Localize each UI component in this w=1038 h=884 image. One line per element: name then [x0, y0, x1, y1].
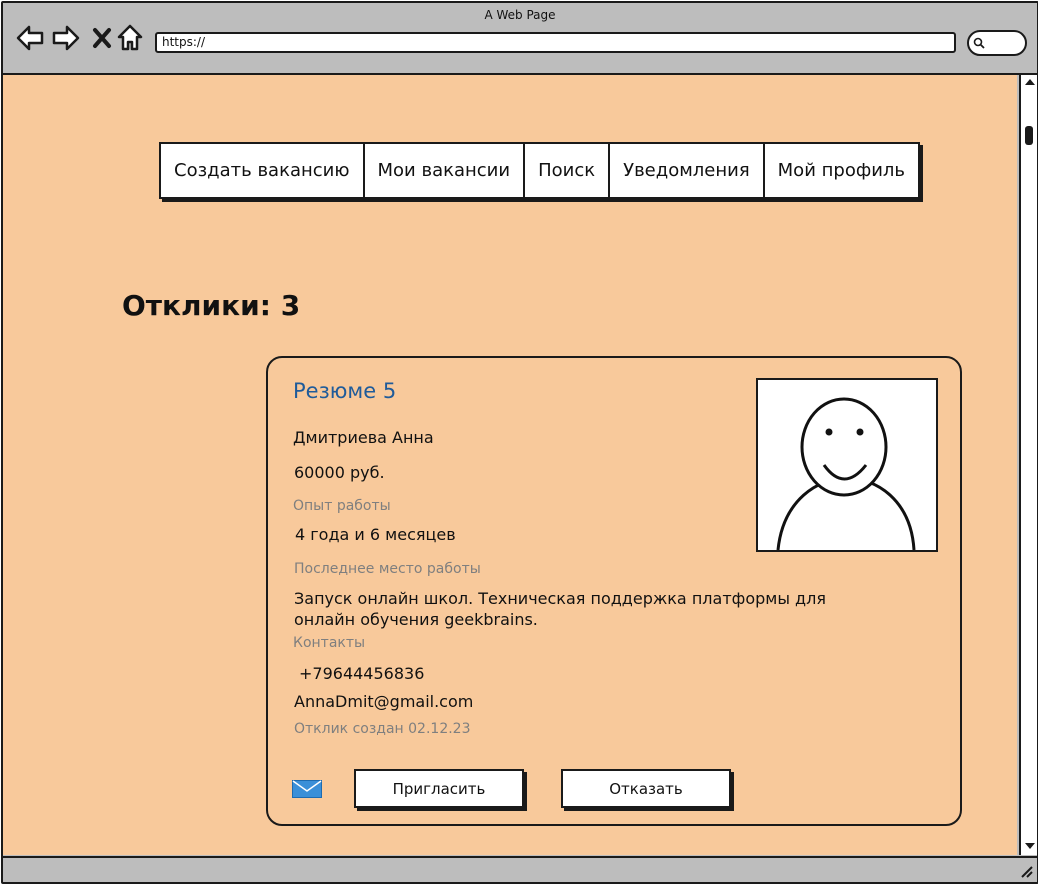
response-created-date: Отклик создан 02.12.23	[294, 721, 471, 737]
search-icon	[973, 37, 985, 49]
window-title: A Web Page	[484, 8, 556, 22]
stop-icon[interactable]	[91, 23, 113, 53]
scroll-down-icon[interactable]	[1024, 842, 1036, 850]
page-title: Отклики: 3	[122, 289, 301, 322]
forward-arrow-icon[interactable]	[51, 23, 81, 53]
avatar	[756, 378, 938, 552]
invite-button[interactable]: Пригласить	[354, 769, 524, 808]
experience-label: Опыт работы	[293, 498, 391, 514]
nav-notifications[interactable]: Уведомления	[610, 144, 765, 197]
experience-value: 4 года и 6 месяцев	[295, 525, 456, 544]
last-job-label: Последнее место работы	[294, 561, 481, 577]
resize-grip-icon[interactable]	[1019, 864, 1033, 878]
scrollbar-thumb[interactable]	[1025, 126, 1033, 145]
top-navigation: Создать вакансию Мои вакансии Поиск Увед…	[159, 142, 921, 199]
nav-my-vacancies[interactable]: Мои вакансии	[365, 144, 526, 197]
contact-email: AnnaDmit@gmail.com	[294, 692, 474, 711]
contacts-label: Контакты	[293, 635, 366, 651]
status-bar	[3, 856, 1037, 882]
home-icon[interactable]	[117, 23, 143, 53]
vertical-scrollbar[interactable]	[1019, 75, 1037, 855]
nav-my-profile[interactable]: Мой профиль	[765, 144, 918, 197]
browser-search-box[interactable]	[967, 30, 1027, 56]
page-content: Создать вакансию Мои вакансии Поиск Увед…	[3, 75, 1017, 855]
candidate-name: Дмитриева Анна	[293, 428, 434, 447]
envelope-icon[interactable]	[292, 780, 322, 798]
browser-titlebar: A Web Page https://	[3, 3, 1037, 75]
resume-title-link[interactable]: Резюме 5	[293, 379, 396, 403]
scroll-up-icon[interactable]	[1024, 78, 1036, 86]
contact-phone: +79644456836	[299, 664, 425, 683]
response-card: Резюме 5 Дмитриева Анна 60000 руб. Опыт …	[266, 356, 962, 826]
back-arrow-icon[interactable]	[15, 23, 45, 53]
nav-search[interactable]: Поиск	[525, 144, 611, 197]
url-bar[interactable]: https://	[155, 32, 956, 53]
browser-window: A Web Page https:// Создать вакансию Мои…	[1, 1, 1038, 884]
last-job-line-2: онлайн обучения geekbrains.	[294, 610, 538, 629]
nav-create-vacancy[interactable]: Создать вакансию	[161, 144, 365, 197]
candidate-salary: 60000 руб.	[294, 463, 385, 482]
decline-button[interactable]: Отказать	[561, 769, 731, 808]
last-job-line-1: Запуск онлайн школ. Техническая поддержк…	[294, 589, 826, 608]
person-icon	[776, 397, 916, 551]
